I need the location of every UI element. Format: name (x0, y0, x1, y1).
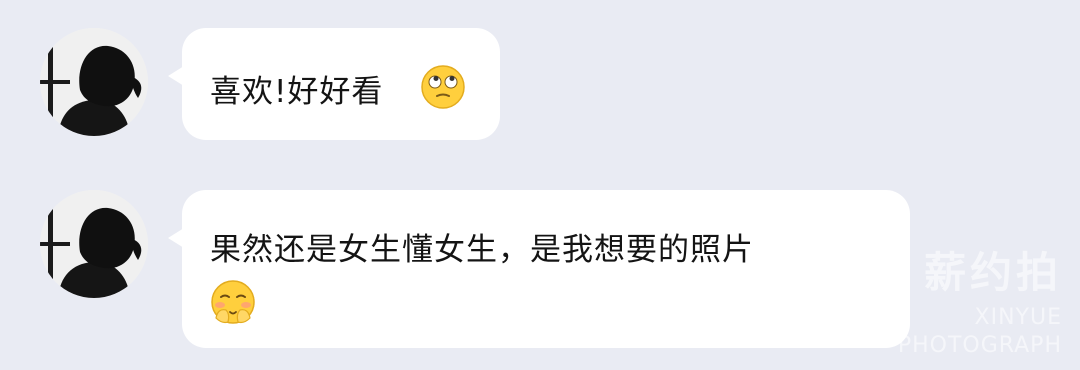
chat-message: 果然还是女生懂女生，是我想要的照片 (0, 190, 1080, 350)
message-text: 喜欢!好好看 (210, 74, 384, 110)
message-text: 果然还是女生懂女生，是我想要的照片 (210, 232, 754, 268)
covering-mouth-face-icon (211, 280, 255, 324)
message-bubble[interactable]: 果然还是女生懂女生，是我想要的照片 (168, 190, 910, 348)
person-silhouette-icon (40, 28, 148, 136)
person-silhouette-icon (40, 190, 148, 298)
avatar[interactable] (40, 28, 148, 136)
avatar[interactable] (40, 190, 148, 298)
chat-message: 喜欢!好好看 (0, 28, 1080, 140)
eye-roll-face-icon (421, 65, 465, 109)
message-bubble[interactable]: 喜欢!好好看 (168, 28, 500, 140)
